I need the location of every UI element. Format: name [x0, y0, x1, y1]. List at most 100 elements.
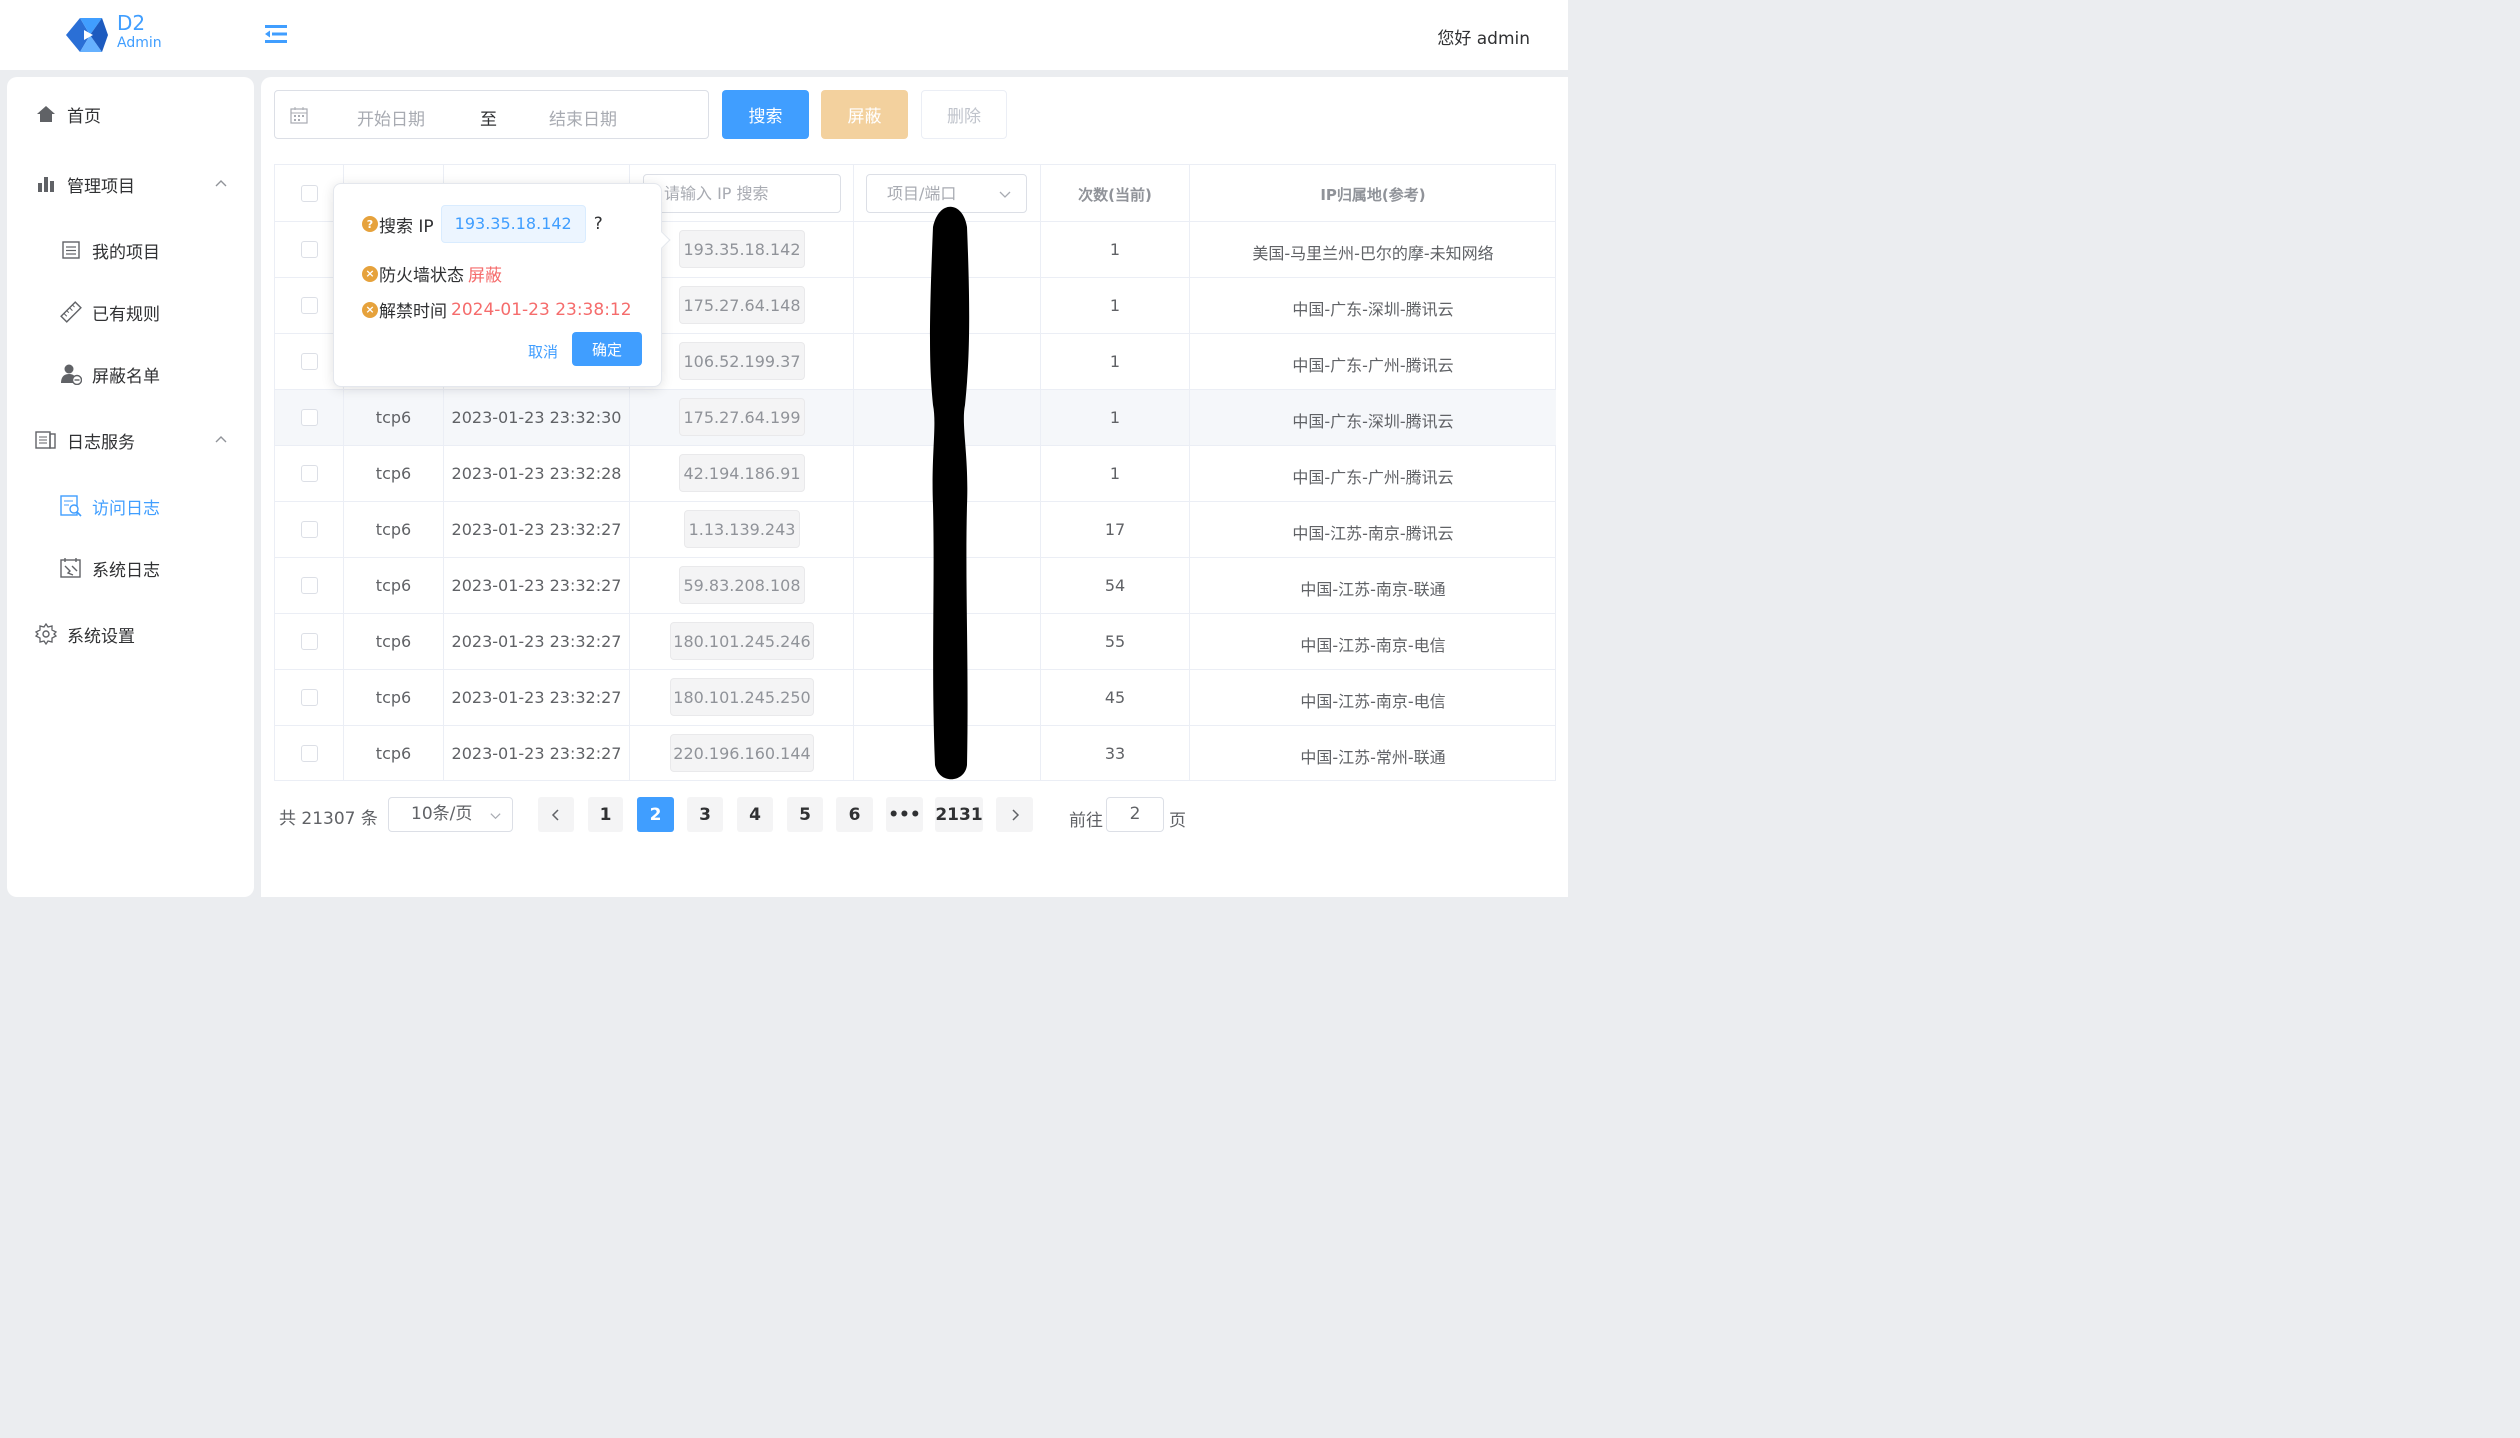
location-cell: 中国-江苏-常州-联通 [1300, 748, 1446, 767]
ip-block-popconfirm: ? 搜索 IP 193.35.18.142 ? × 防火墙状态 屏蔽 × 解禁时… [333, 183, 671, 387]
count-cell: 1 [1109, 464, 1121, 483]
ip-tag[interactable]: 42.194.186.91 [679, 454, 805, 492]
firewall-status-value: 屏蔽 [468, 266, 502, 286]
start-date-input[interactable]: 开始日期 [357, 105, 425, 130]
page-button[interactable]: 4 [737, 797, 773, 832]
select-all-checkbox[interactable] [301, 185, 318, 202]
protocol-cell: tcp6 [375, 632, 412, 651]
protocol-cell: tcp6 [375, 464, 412, 483]
page-button[interactable]: 5 [787, 797, 823, 832]
delete-button[interactable]: 删除 [921, 90, 1007, 139]
page-button-current[interactable]: 2 [637, 797, 674, 832]
user-block-icon [60, 363, 82, 385]
ip-tag[interactable]: 175.27.64.148 [679, 286, 805, 324]
sidebar-item-manage-projects[interactable]: 管理项目 [7, 162, 254, 206]
sidebar-item-label: 屏蔽名单 [92, 366, 160, 387]
user-greeting[interactable]: 您好 admin [1437, 24, 1530, 49]
location-cell: 中国-江苏-南京-联通 [1300, 580, 1446, 599]
sidebar-item-access-log[interactable]: 访问日志 [7, 484, 254, 528]
end-date-input[interactable]: 结束日期 [549, 105, 617, 130]
location-cell: 中国-广东-深圳-腾讯云 [1292, 412, 1454, 431]
chevron-up-icon [215, 436, 227, 443]
row-checkbox[interactable] [301, 633, 318, 650]
ip-tag[interactable]: 180.101.245.246 [670, 622, 814, 660]
log-book-icon [35, 429, 57, 451]
prev-page-button[interactable] [538, 797, 574, 832]
goto-label: 前往 [1069, 811, 1103, 831]
ip-tag[interactable]: 180.101.245.250 [670, 678, 814, 716]
sidebar-item-label: 首页 [67, 106, 101, 127]
ip-tag[interactable]: 193.35.18.142 [679, 230, 805, 268]
protocol-cell: tcp6 [375, 688, 412, 707]
row-checkbox[interactable] [301, 577, 318, 594]
unban-time-value: 2024-01-23 23:38:12 [451, 299, 632, 320]
page-button[interactable]: 6 [836, 797, 873, 832]
row-checkbox[interactable] [301, 409, 318, 426]
row-checkbox[interactable] [301, 297, 318, 314]
bar-chart-icon [35, 173, 57, 195]
info-circle-icon: × [362, 301, 378, 318]
ip-tag[interactable]: 220.196.160.144 [670, 734, 814, 772]
chevron-down-icon [999, 191, 1011, 198]
ip-tag[interactable]: 175.27.64.199 [679, 398, 805, 436]
goto-page-input[interactable]: 2 [1106, 797, 1164, 832]
sidebar-item-system-log[interactable]: 系统日志 [7, 546, 254, 590]
time-cell: 2023-01-23 23:32:27 [451, 744, 622, 763]
sidebar-item-log-service[interactable]: 日志服务 [7, 418, 254, 462]
count-cell: 55 [1104, 632, 1126, 651]
sidebar-item-settings[interactable]: 系统设置 [7, 612, 254, 656]
ruler-icon [60, 301, 82, 323]
popconfirm-cancel-button[interactable]: 取消 [528, 341, 558, 362]
page-button[interactable]: 1 [588, 797, 623, 832]
row-checkbox[interactable] [301, 241, 318, 258]
row-checkbox[interactable] [301, 353, 318, 370]
row-checkbox[interactable] [301, 745, 318, 762]
more-pages-button[interactable]: ••• [886, 797, 923, 832]
search-ip-label: 搜索 IP [379, 216, 434, 237]
time-cell: 2023-01-23 23:32:27 [451, 520, 622, 539]
popconfirm-confirm-button[interactable]: 确定 [572, 332, 642, 366]
block-button[interactable]: 屏蔽 [821, 90, 908, 139]
calendar-icon [290, 107, 308, 124]
top-header: D2 Admin 您好 admin [0, 0, 1568, 70]
date-range-picker[interactable]: 开始日期 至 结束日期 [274, 90, 709, 139]
page-size-select[interactable]: 10条/页 [388, 797, 513, 832]
question-mark-text: ? [593, 214, 603, 234]
count-cell: 45 [1104, 688, 1126, 707]
ip-tag[interactable]: 1.13.139.243 [684, 510, 800, 548]
ip-tag[interactable]: 106.52.199.37 [679, 342, 805, 380]
redaction-mark [930, 206, 970, 780]
ip-tag[interactable]: 59.83.208.108 [679, 566, 805, 604]
row-checkbox[interactable] [301, 521, 318, 538]
sidebar-item-rules[interactable]: 已有规则 [7, 290, 254, 334]
access-log-icon [60, 495, 82, 517]
project-port-placeholder: 项目/端口 [887, 184, 957, 203]
next-page-button[interactable] [996, 797, 1033, 832]
firewall-status-label: 防火墙状态 [379, 266, 464, 286]
sidebar-item-my-projects[interactable]: 我的项目 [7, 228, 254, 272]
sidebar-item-home[interactable]: 首页 [7, 92, 254, 136]
date-range-separator: 至 [480, 110, 497, 130]
count-cell: 17 [1104, 520, 1126, 539]
search-button[interactable]: 搜索 [722, 90, 809, 139]
count-cell: 1 [1109, 296, 1121, 315]
page-button[interactable]: 3 [687, 797, 723, 832]
sidebar-item-label: 日志服务 [67, 432, 135, 453]
logo-text: D2 Admin [117, 13, 162, 50]
page-suffix-label: 页 [1169, 811, 1186, 831]
protocol-cell: tcp6 [375, 408, 412, 427]
time-cell: 2023-01-23 23:32:27 [451, 632, 622, 651]
ip-search-input[interactable]: 请输入 IP 搜索 [643, 174, 841, 213]
page-button[interactable]: 2131 [935, 797, 983, 832]
row-checkbox[interactable] [301, 689, 318, 706]
protocol-cell: tcp6 [375, 520, 412, 539]
sidebar-item-blocklist[interactable]: 屏蔽名单 [7, 352, 254, 396]
question-icon: ? [362, 216, 378, 232]
count-cell: 54 [1104, 576, 1126, 595]
collapse-menu-icon[interactable] [262, 22, 290, 46]
sidebar-item-label: 管理项目 [67, 176, 135, 197]
chevron-up-icon [215, 180, 227, 187]
row-checkbox[interactable] [301, 465, 318, 482]
time-cell: 2023-01-23 23:32:27 [451, 576, 622, 595]
sidebar-item-label: 系统日志 [92, 560, 160, 581]
